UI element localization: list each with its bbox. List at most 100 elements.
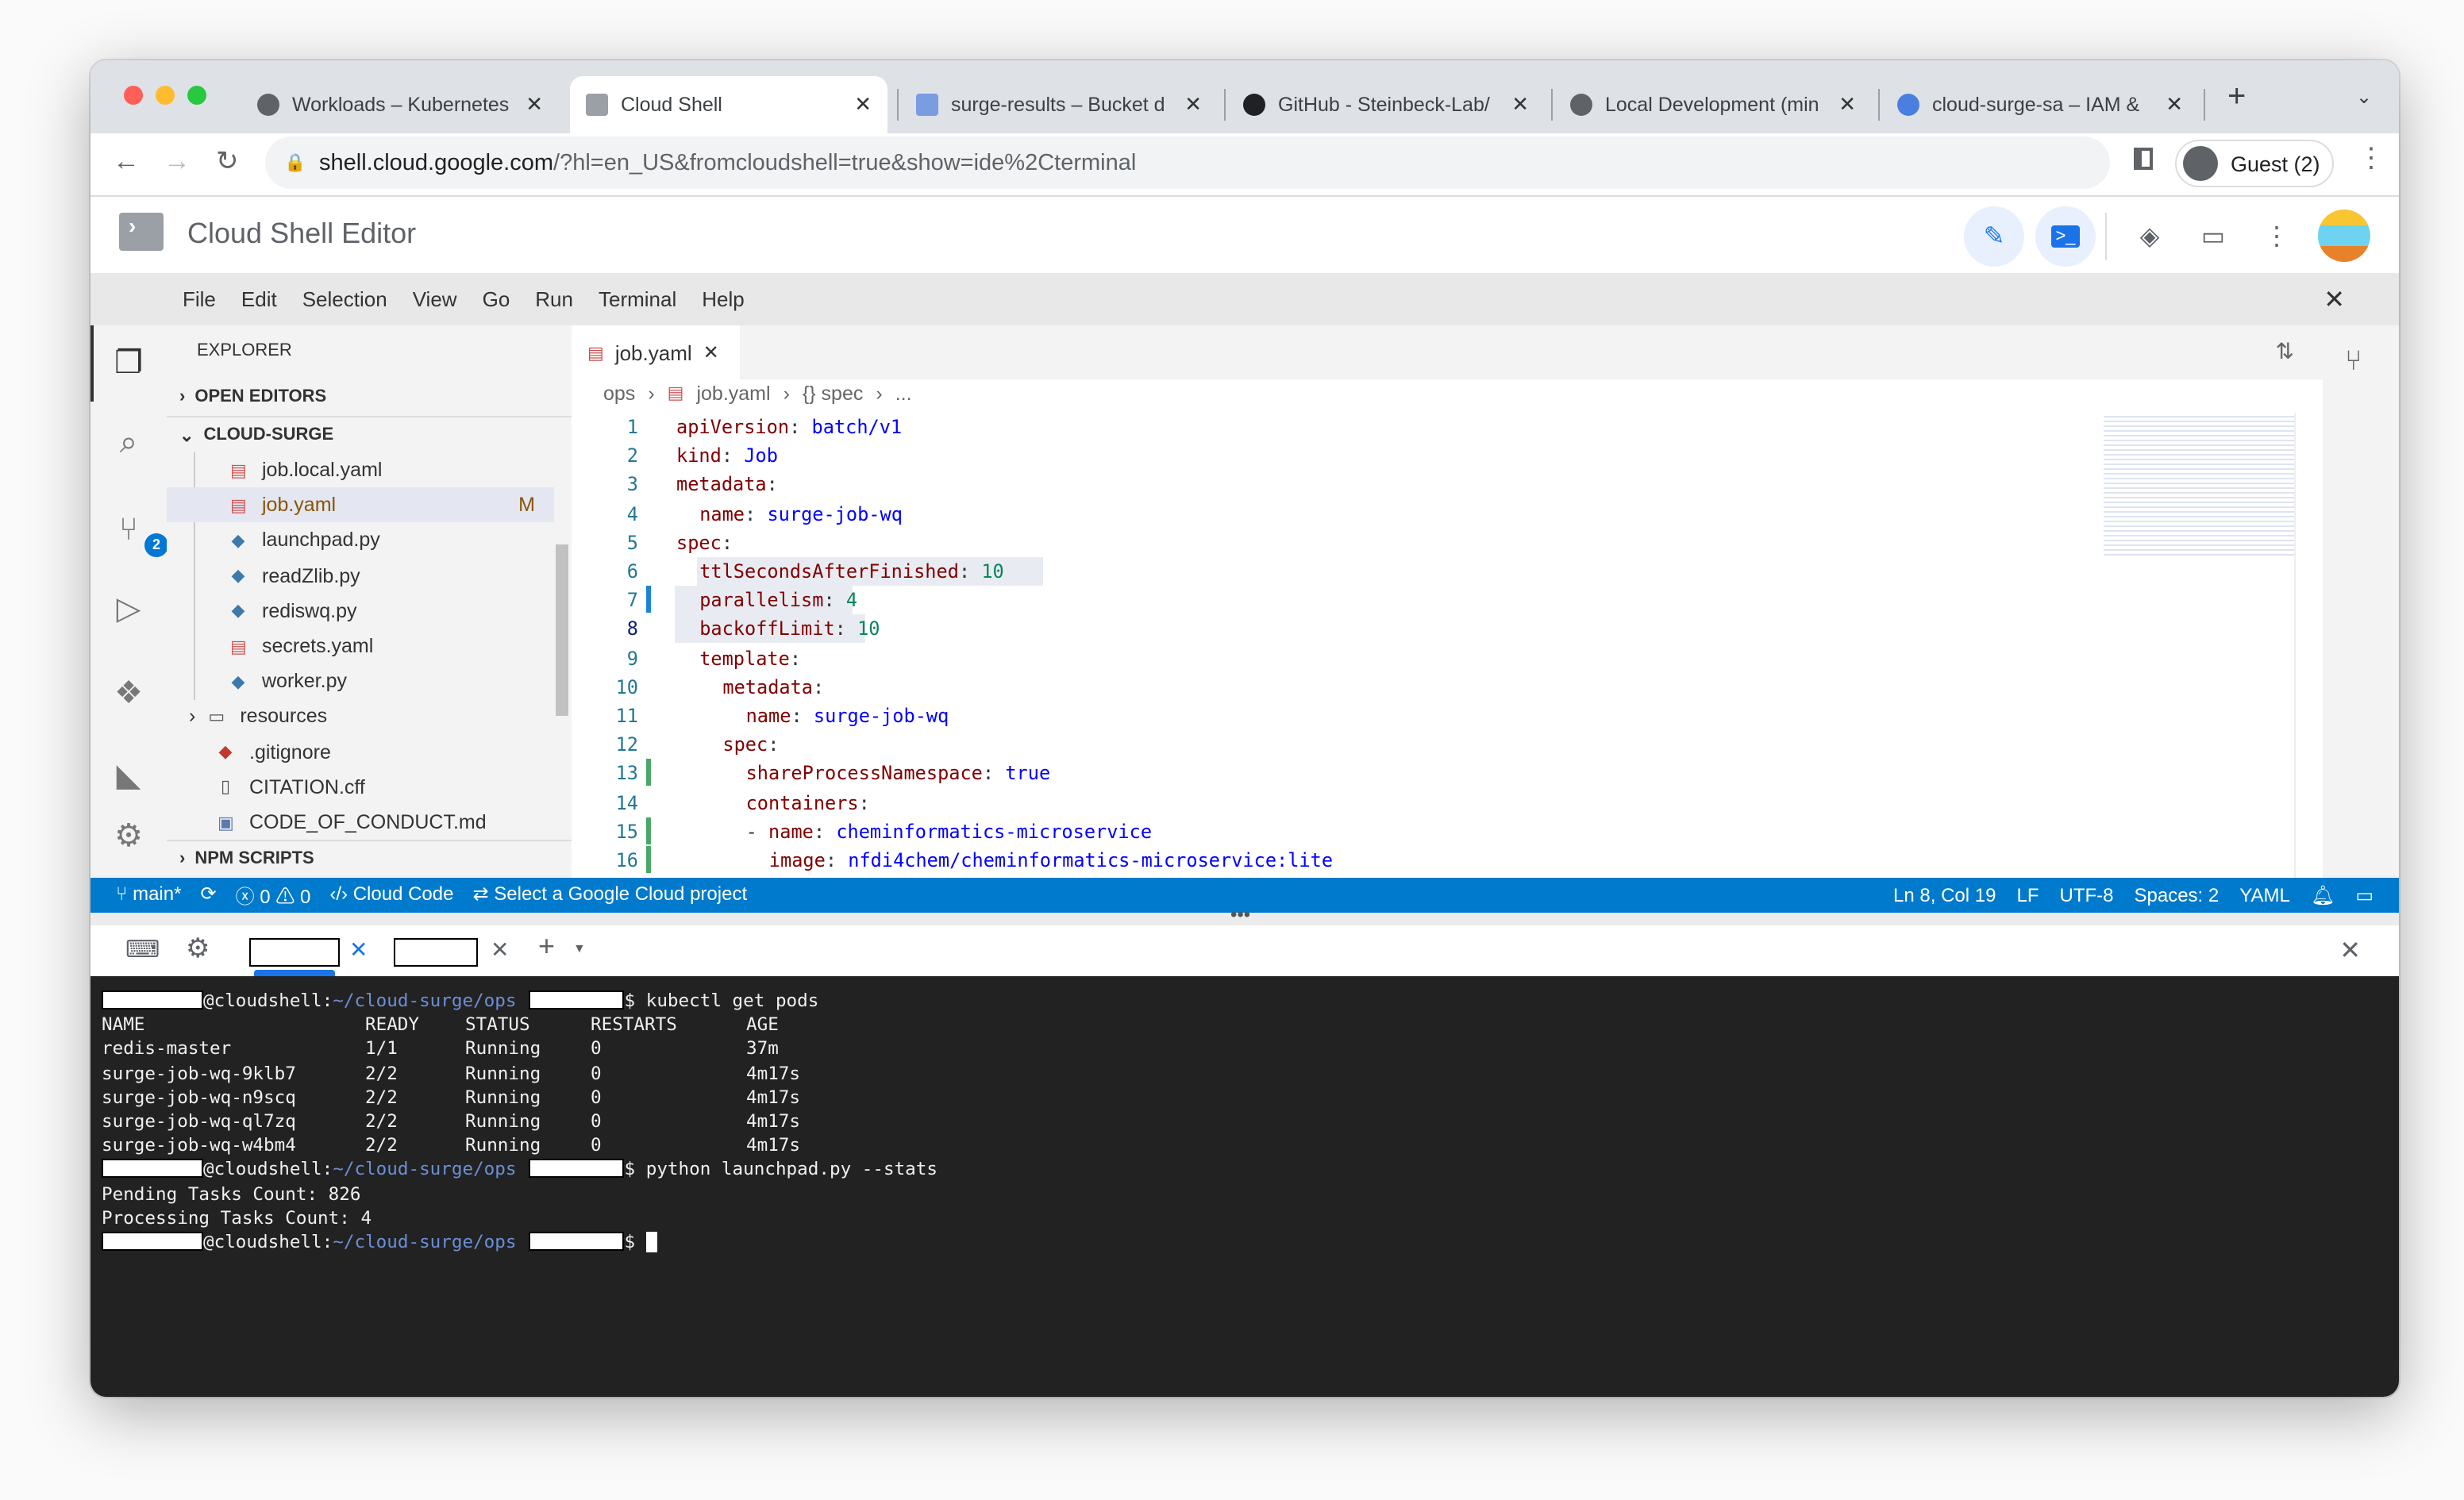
menu-item-selection[interactable]: Selection	[302, 287, 387, 311]
minimize-window-button[interactable]	[156, 86, 175, 105]
more-options-icon[interactable]: ⋮	[2246, 206, 2307, 267]
browser-tab[interactable]: surge-results – Bucket d ✕	[900, 76, 1218, 133]
close-tab-icon[interactable]: ✕	[1838, 92, 1856, 117]
forward-button[interactable]: →	[164, 146, 191, 178]
zoom-window-button[interactable]	[187, 86, 206, 105]
code-line[interactable]: template:	[699, 644, 812, 672]
close-tab-icon[interactable]: ✕	[854, 92, 872, 117]
tab-job-yaml[interactable]: ▤ job.yaml ✕	[572, 325, 740, 379]
source-control-icon[interactable]: ⑂ 2	[106, 508, 168, 557]
panel-resize-handle[interactable]: •••	[90, 903, 2399, 925]
code-line[interactable]: kind: Job	[676, 441, 778, 470]
keyboard-icon[interactable]: ⌨	[125, 935, 160, 963]
web-preview-icon[interactable]: ◈	[2119, 206, 2180, 267]
code-line[interactable]: name: surge-job-wq	[746, 702, 949, 730]
open-editor-button[interactable]: ✎	[1964, 206, 2024, 267]
browser-tab[interactable]: Local Development (min ✕	[1554, 76, 1872, 133]
menu-item-terminal[interactable]: Terminal	[599, 287, 676, 311]
terminal-tab-1[interactable]	[249, 938, 340, 967]
file-item[interactable]: ▯ CITATION.cff	[167, 770, 554, 805]
code-line[interactable]: spec:	[722, 730, 790, 759]
open-terminal-button[interactable]: >_	[2035, 206, 2096, 267]
file-item[interactable]: ▤ secrets.yaml	[167, 629, 554, 663]
browser-tab[interactable]: cloud-surge-sa – IAM & ✕	[1881, 76, 2199, 133]
file-item[interactable]: ◆ launchpad.py	[167, 523, 554, 558]
code-line[interactable]: containers:	[746, 788, 882, 817]
layout-panel-icon[interactable]: ▭	[2355, 884, 2374, 906]
breadcrumb-item[interactable]: job.yaml	[696, 383, 770, 405]
code-line[interactable]: parallelism: 4	[699, 586, 857, 614]
menu-item-help[interactable]: Help	[702, 287, 745, 311]
browser-tab[interactable]: Cloud Shell ✕	[570, 76, 887, 133]
close-editor-icon[interactable]: ✕	[2323, 283, 2345, 315]
file-item[interactable]: ▣ CODE_OF_CONDUCT.md	[167, 805, 554, 840]
notifications-bell-icon[interactable]: 🔔︎	[2311, 884, 2335, 906]
file-item[interactable]: ▤ job.yaml M	[167, 487, 554, 523]
menu-item-edit[interactable]: Edit	[241, 287, 277, 311]
npm-scripts-section[interactable]: › NPM SCRIPTS	[167, 841, 572, 876]
eol-indicator[interactable]: LF	[2016, 884, 2039, 906]
close-tab-icon[interactable]: ✕	[703, 341, 719, 363]
new-tab-button[interactable]: +	[2227, 79, 2246, 116]
cloud-code-status[interactable]: ‹/› Cloud Code	[329, 882, 453, 909]
reload-button[interactable]: ↻	[216, 146, 239, 178]
code-line[interactable]: image: nfdi4chem/cheminformatics-microse…	[769, 846, 1333, 875]
settings-gear-icon[interactable]: ⚙	[106, 814, 151, 859]
explorer-icon[interactable]: ❐	[106, 341, 151, 386]
code-line[interactable]: name: surge-job-wq	[699, 499, 903, 528]
cloud-code-icon[interactable]: ❖	[106, 671, 151, 716]
file-item[interactable]: ◆ worker.py	[167, 663, 554, 698]
select-project-status[interactable]: ⇄ Select a Google Cloud project	[472, 882, 747, 909]
breadcrumb-item[interactable]: ops	[603, 383, 635, 405]
code-line[interactable]: backoffLimit: 10	[699, 615, 880, 644]
open-editors-section[interactable]: › OPEN EDITORS	[167, 379, 572, 414]
layout-icon[interactable]: ▭	[2183, 206, 2243, 267]
file-item[interactable]: › ▭ resources	[167, 699, 554, 734]
close-terminal-panel-icon[interactable]: ✕	[2339, 935, 2361, 967]
user-avatar[interactable]	[2318, 210, 2370, 262]
add-terminal-button[interactable]: +	[538, 930, 555, 963]
editor-scrollbar[interactable]	[2294, 413, 2318, 878]
close-tab-icon[interactable]: ✕	[1184, 92, 1202, 117]
branch-indicator[interactable]: ⑂ main*	[116, 882, 181, 909]
close-window-button[interactable]	[124, 86, 143, 105]
back-button[interactable]: ←	[113, 146, 140, 178]
url-input[interactable]: 🔒 shell.cloud.google.com/?hl=en_US&fromcl…	[265, 137, 2110, 189]
language-mode[interactable]: YAML	[2239, 884, 2290, 906]
search-icon[interactable]: ⌕	[106, 421, 151, 465]
sync-icon[interactable]: ⟳	[200, 882, 216, 909]
cloud-surge-section[interactable]: ⌄ CLOUD-SURGE	[167, 417, 572, 452]
terraform-icon[interactable]: ◣	[106, 754, 151, 798]
tab-search-chevron-icon[interactable]: ⌄	[2356, 86, 2372, 108]
menu-item-file[interactable]: File	[183, 287, 216, 311]
code-line[interactable]: - name: cheminformatics-microservice	[746, 817, 1152, 846]
cursor-position[interactable]: Ln 8, Col 19	[1893, 884, 1996, 906]
menu-item-view[interactable]: View	[413, 287, 457, 311]
encoding-indicator[interactable]: UTF-8	[2060, 884, 2114, 906]
file-item[interactable]: ◆ .gitignore	[167, 734, 554, 769]
menu-item-run[interactable]: Run	[535, 287, 573, 311]
run-debug-icon[interactable]: ▷	[106, 587, 151, 632]
terminal-output[interactable]: @cloudshell: ~/cloud-surge/ops $ kubectl g…	[90, 976, 2399, 1397]
file-item[interactable]: ▤ job.local.yaml	[167, 452, 554, 487]
breadcrumb-item[interactable]: ...	[895, 383, 912, 405]
browser-tab[interactable]: GitHub - Steinbeck-Lab/ ✕	[1227, 76, 1545, 133]
code-line[interactable]: metadata:	[722, 673, 835, 702]
side-panel-icon[interactable]	[2134, 148, 2153, 170]
sidebar-scrollbar[interactable]	[556, 544, 568, 716]
code-line[interactable]: metadata:	[676, 471, 789, 499]
code-line[interactable]: shareProcessNamespace: true	[746, 760, 1051, 788]
browser-tab[interactable]: Workloads – Kubernetes ✕	[241, 76, 559, 133]
close-terminal-tab-icon[interactable]: ✕	[491, 937, 509, 963]
code-line[interactable]: apiVersion: batch/v1	[676, 413, 902, 441]
code-line[interactable]: ttlSecondsAfterFinished: 10	[699, 557, 1004, 586]
compare-changes-icon[interactable]: ⇅	[2276, 338, 2294, 365]
close-tab-icon[interactable]: ✕	[2166, 92, 2183, 117]
close-tab-icon[interactable]: ✕	[526, 92, 543, 117]
browser-menu-icon[interactable]: ⋮	[2358, 143, 2385, 175]
close-tab-icon[interactable]: ✕	[1511, 92, 1529, 117]
menu-item-go[interactable]: Go	[483, 287, 510, 311]
source-tree-icon[interactable]: ⑂	[2345, 344, 2362, 378]
breadcrumb-item[interactable]: {} spec	[803, 383, 863, 405]
profile-button[interactable]: Guest (2)	[2175, 140, 2334, 187]
